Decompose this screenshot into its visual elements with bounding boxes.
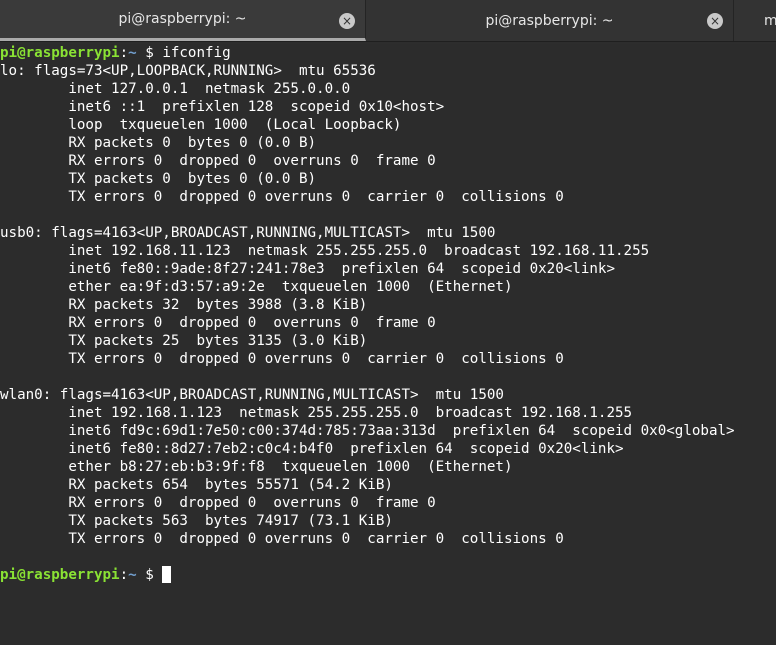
output-line: inet6 fd9c:69d1:7e50:c00:374d:785:73aa:3… [0, 423, 735, 439]
output-line: TX errors 0 dropped 0 overruns 0 carrier… [0, 531, 564, 547]
prompt-path: ~ [128, 567, 137, 583]
output-line: TX packets 25 bytes 3135 (3.0 KiB) [0, 333, 368, 349]
prompt-path: ~ [128, 45, 137, 61]
output-line: RX errors 0 dropped 0 overruns 0 frame 0 [0, 495, 436, 511]
tab-terminal-3[interactable]: m [734, 0, 776, 41]
output-line: inet 127.0.0.1 netmask 255.0.0.0 [0, 81, 351, 97]
output-line: RX packets 32 bytes 3988 (3.8 KiB) [0, 297, 368, 313]
output-line: inet 192.168.11.123 netmask 255.255.255.… [0, 243, 650, 259]
output-line: TX packets 563 bytes 74917 (73.1 KiB) [0, 513, 393, 529]
tab-title: pi@raspberrypi: ~ [118, 11, 247, 27]
terminal-output[interactable]: pi@raspberrypi:~ $ ifconfig lo: flags=73… [0, 44, 776, 645]
output-line: inet 192.168.1.123 netmask 255.255.255.0… [0, 405, 633, 421]
tab-title: pi@raspberrypi: ~ [485, 12, 614, 29]
output-line: RX errors 0 dropped 0 overruns 0 frame 0 [0, 153, 436, 169]
output-line: TX errors 0 dropped 0 overruns 0 carrier… [0, 351, 564, 367]
output-line: inet6 ::1 prefixlen 128 scopeid 0x10<hos… [0, 99, 445, 115]
prompt-symbol: $ [136, 45, 163, 61]
output-line: usb0: flags=4163<UP,BROADCAST,RUNNING,MU… [0, 225, 496, 241]
output-line: inet6 fe80::8d27:7eb2:c0c4:b4f0 prefixle… [0, 441, 624, 457]
output-line: ether b8:27:eb:b3:9f:f8 txqueuelen 1000 … [0, 459, 513, 475]
command-line: pi@raspberrypi:~ $ ifconfig [0, 44, 231, 62]
text-cursor [162, 566, 172, 583]
tab-title: m [764, 12, 776, 29]
tab-bar: pi@raspberrypi: ~ × pi@raspberrypi: ~ × … [0, 0, 776, 42]
prompt-separator: : [119, 567, 129, 583]
current-prompt-line[interactable]: pi@raspberrypi:~ $ [0, 566, 172, 584]
output-line: ether ea:9f:d3:57:a9:2e txqueuelen 1000 … [0, 279, 513, 295]
output-line: TX packets 0 bytes 0 (0.0 B) [0, 171, 317, 187]
close-icon[interactable]: × [707, 13, 723, 29]
output-line: inet6 fe80::9ade:8f27:241:78e3 prefixlen… [0, 261, 615, 277]
close-icon[interactable]: × [339, 13, 355, 29]
prompt-user-host: pi@raspberrypi [0, 45, 120, 61]
prompt-user-host: pi@raspberrypi [0, 567, 120, 583]
tab-terminal-2[interactable]: pi@raspberrypi: ~ × [366, 0, 734, 41]
prompt-separator: : [119, 45, 129, 61]
output-line: RX packets 654 bytes 55571 (54.2 KiB) [0, 477, 393, 493]
output-line: wlan0: flags=4163<UP,BROADCAST,RUNNING,M… [0, 387, 504, 403]
output-line: RX packets 0 bytes 0 (0.0 B) [0, 135, 317, 151]
tab-terminal-1[interactable]: pi@raspberrypi: ~ × [0, 0, 366, 41]
output-line: TX errors 0 dropped 0 overruns 0 carrier… [0, 189, 564, 205]
output-line: loop txqueuelen 1000 (Local Loopback) [0, 117, 402, 133]
command-text: ifconfig [162, 45, 231, 61]
output-line: lo: flags=73<UP,LOOPBACK,RUNNING> mtu 65… [0, 63, 376, 79]
prompt-symbol: $ [136, 567, 163, 583]
output-line: RX errors 0 dropped 0 overruns 0 frame 0 [0, 315, 436, 331]
